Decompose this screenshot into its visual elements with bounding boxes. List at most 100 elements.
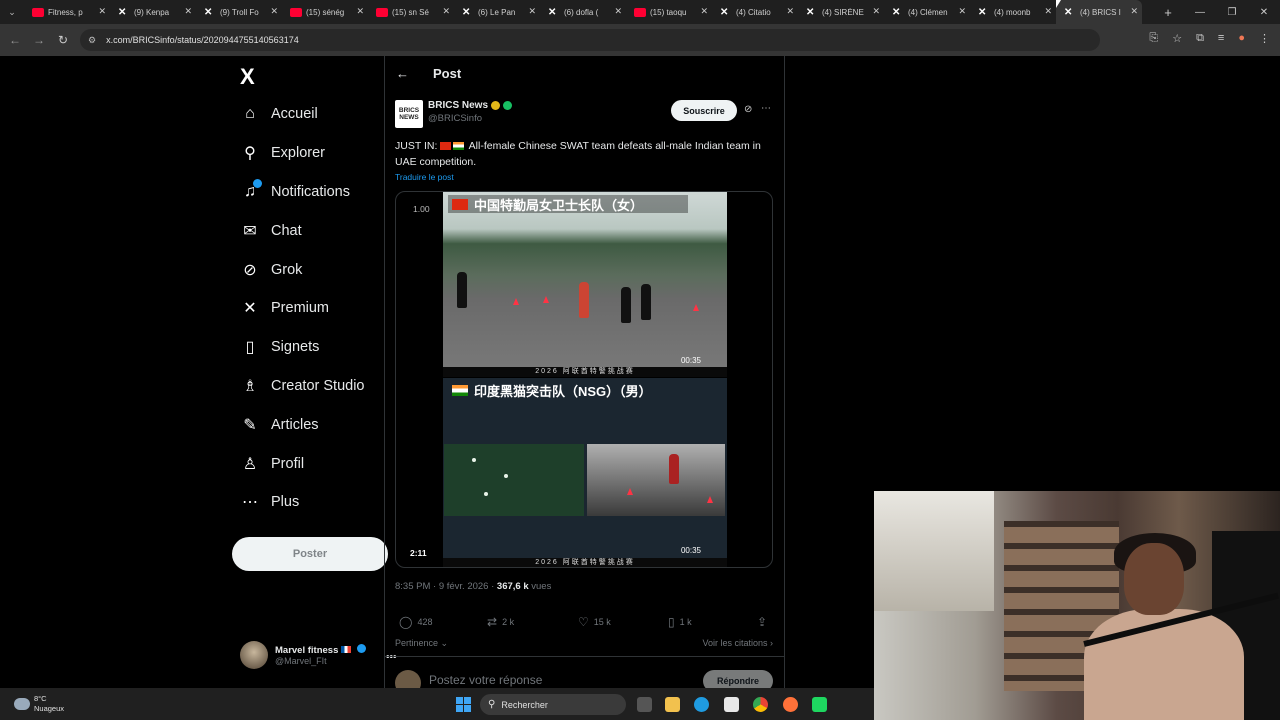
address-bar-row: ← → ↻ ⚙ x.com/BRICSinfo/status/202094475… <box>0 24 1280 56</box>
close-tab-icon[interactable]: ✕ <box>442 6 450 17</box>
restore-icon[interactable]: ❐ <box>1216 0 1248 24</box>
close-tab-icon[interactable]: ✕ <box>356 6 364 17</box>
view-quotes-link[interactable]: Voir les citations › <box>702 638 773 648</box>
browser-tab[interactable]: ✕ (4) moonb ✕ <box>970 0 1056 24</box>
browser-tab[interactable]: ✕ (9) Kenpa ✕ <box>110 0 196 24</box>
profile-avatar-icon[interactable]: ● <box>1238 32 1245 45</box>
close-tab-icon[interactable]: ✕ <box>614 6 622 17</box>
brics-news-avatar[interactable]: BRICS NEWS <box>395 100 423 128</box>
repost-action[interactable]: ⇄ 2 k <box>487 615 514 629</box>
browser-tab[interactable]: ✕ (6) dofla (✕ <box>540 0 626 24</box>
sidebar-item-creator-studio[interactable]: ♗ Creator Studio <box>240 367 390 406</box>
firefox-icon[interactable] <box>783 697 798 712</box>
browser-tab[interactable]: ✕ (4) Citatio ✕ <box>712 0 798 24</box>
close-tab-icon[interactable]: ✕ <box>700 6 708 17</box>
sidebar-item-explorer[interactable]: ⚲ Explorer <box>240 134 390 173</box>
close-tab-icon[interactable]: ✕ <box>1130 6 1138 17</box>
back-icon[interactable]: ← <box>396 66 409 81</box>
sidebar-item-accueil[interactable]: ⌂ Accueil <box>240 95 390 134</box>
close-window-icon[interactable]: ✕ <box>1248 0 1280 24</box>
close-tab-icon[interactable]: ✕ <box>528 6 536 17</box>
account-switcher[interactable]: Marvel fitness @Marvel_FIt <box>240 641 366 669</box>
post-timestamp[interactable]: 8:35 PM · 9 févr. 2026 · <box>395 581 494 592</box>
back-arrow-icon[interactable]: ← <box>3 33 27 47</box>
browser-tab[interactable]: Fitness, p ✕ <box>24 0 110 24</box>
sidebar-item-premium[interactable]: ✕ Premium <box>240 289 390 328</box>
reply-action[interactable]: ◯ 428 <box>399 615 432 629</box>
grok-explain-icon[interactable]: ⊘ <box>744 104 752 115</box>
browser-tab[interactable]: (15) sénég ✕ <box>282 0 368 24</box>
media-controls-icon[interactable]: ≡ <box>1218 32 1224 45</box>
app-icon[interactable] <box>812 697 827 712</box>
translate-link[interactable]: Traduire le post <box>395 172 454 182</box>
browser-menu-icon[interactable]: ⋮ <box>1259 32 1270 45</box>
close-tab-icon[interactable]: ✕ <box>184 6 192 17</box>
sidebar-item-label: Creator Studio <box>271 377 365 394</box>
close-tab-icon[interactable]: ✕ <box>786 6 794 17</box>
task-view-icon[interactable] <box>637 697 652 712</box>
windows-start-icon[interactable] <box>456 697 471 712</box>
sort-dropdown[interactable]: Pertinence ⌄ <box>395 638 448 648</box>
share-action[interactable]: ⇪ <box>757 615 772 629</box>
weather-widget[interactable]: 8°C Nuageux <box>14 694 64 714</box>
bookmark-star-icon[interactable]: ☆ <box>1172 32 1182 45</box>
browser-tab[interactable]: (15) sn Sé ✕ <box>368 0 454 24</box>
sidebar-item-profil[interactable]: ♙ Profil <box>240 444 390 483</box>
browser-tab[interactable]: ✕ (4) Clémen ✕ <box>884 0 970 24</box>
close-tab-icon[interactable]: ✕ <box>958 6 966 17</box>
playback-speed[interactable]: 1.00 <box>413 204 430 214</box>
india-flag-icon <box>453 142 465 150</box>
sidebar-item-notifications[interactable]: ♫ Notifications <box>240 173 390 212</box>
author-handle[interactable]: @BRICSinfo <box>428 113 512 124</box>
sidebar-item-chat[interactable]: ✉ Chat <box>240 211 390 250</box>
post-author[interactable]: BRICS NEWS BRICS News @BRICSinfo <box>395 100 513 128</box>
poster-button[interactable]: Poster <box>232 537 388 571</box>
edge-icon[interactable] <box>694 697 709 712</box>
sidebar-item-articles[interactable]: ✎ Articles <box>240 405 390 444</box>
competitor-figure <box>579 282 589 318</box>
forward-arrow-icon[interactable]: → <box>27 33 51 47</box>
file-explorer-icon[interactable] <box>665 697 680 712</box>
streamer-head <box>1124 543 1184 615</box>
taskbar-search[interactable]: ⚲ Rechercher <box>480 694 626 715</box>
tab-title: (15) sénég <box>306 7 345 17</box>
close-tab-icon[interactable]: ✕ <box>270 6 278 17</box>
subscribe-button[interactable]: Souscrire <box>671 100 737 121</box>
reply-input[interactable]: Postez votre réponse <box>429 673 542 687</box>
browser-tab[interactable]: ✕ (6) Le Pan ✕ <box>454 0 540 24</box>
sidebar-item-label: Chat <box>271 222 302 239</box>
chrome-icon[interactable] <box>753 697 768 712</box>
post-more-icon[interactable]: ⋯ <box>761 103 771 114</box>
new-tab-button[interactable]: + <box>1156 5 1180 20</box>
sidebar-item-plus[interactable]: ⋯ Plus <box>240 483 390 522</box>
bookmark-action[interactable]: ▯ 1 k <box>668 615 692 629</box>
site-settings-icon[interactable]: ⚙ <box>88 35 96 46</box>
store-icon[interactable] <box>724 697 739 712</box>
browser-tab[interactable]: ✕ (4) BRICS I ✕ <box>1056 0 1142 24</box>
sidebar-item-grok[interactable]: ⊘ Grok <box>240 250 390 289</box>
close-tab-icon[interactable]: ✕ <box>98 6 106 17</box>
reload-icon[interactable]: ↻ <box>51 33 75 47</box>
traffic-cone <box>513 298 519 305</box>
browser-tab[interactable]: ✕ (9) Troll Fo ✕ <box>196 0 282 24</box>
video-player[interactable]: 1.00 中国特勤局女卫士长队（女） 00:35 2026 阿联酋特警挑战赛 印… <box>395 191 773 568</box>
extensions-icon[interactable]: ⧉ <box>1196 32 1204 45</box>
account-more-icon[interactable]: ••• <box>386 652 397 663</box>
x-icon: ✕ <box>118 6 127 18</box>
tab-search-dropdown-icon[interactable]: ⌄ <box>0 0 24 24</box>
browser-tab[interactable]: (15) taoqu ✕ <box>626 0 712 24</box>
close-tab-icon[interactable]: ✕ <box>872 6 880 17</box>
post-header: ← Post <box>396 66 461 81</box>
install-app-icon[interactable]: ⎘ <box>1149 32 1158 45</box>
browser-tab[interactable]: ✕ (4) SIRÈNE ✕ <box>798 0 884 24</box>
minimize-icon[interactable]: — <box>1184 0 1216 24</box>
like-action[interactable]: ♡ 15 k <box>578 615 611 629</box>
tab-title: (15) taoqu <box>650 7 687 17</box>
url-field[interactable]: ⚙ x.com/BRICSinfo/status/202094475514056… <box>80 29 1100 51</box>
post-meta: 8:35 PM · 9 févr. 2026 · 367,6 k vues <box>395 581 551 592</box>
more-icon: ⋯ <box>242 494 258 512</box>
close-tab-icon[interactable]: ✕ <box>1044 6 1052 17</box>
sidebar-item-signets[interactable]: ▯ Signets <box>240 328 390 367</box>
author-name[interactable]: BRICS News <box>428 100 513 111</box>
x-logo[interactable]: X <box>240 64 255 90</box>
